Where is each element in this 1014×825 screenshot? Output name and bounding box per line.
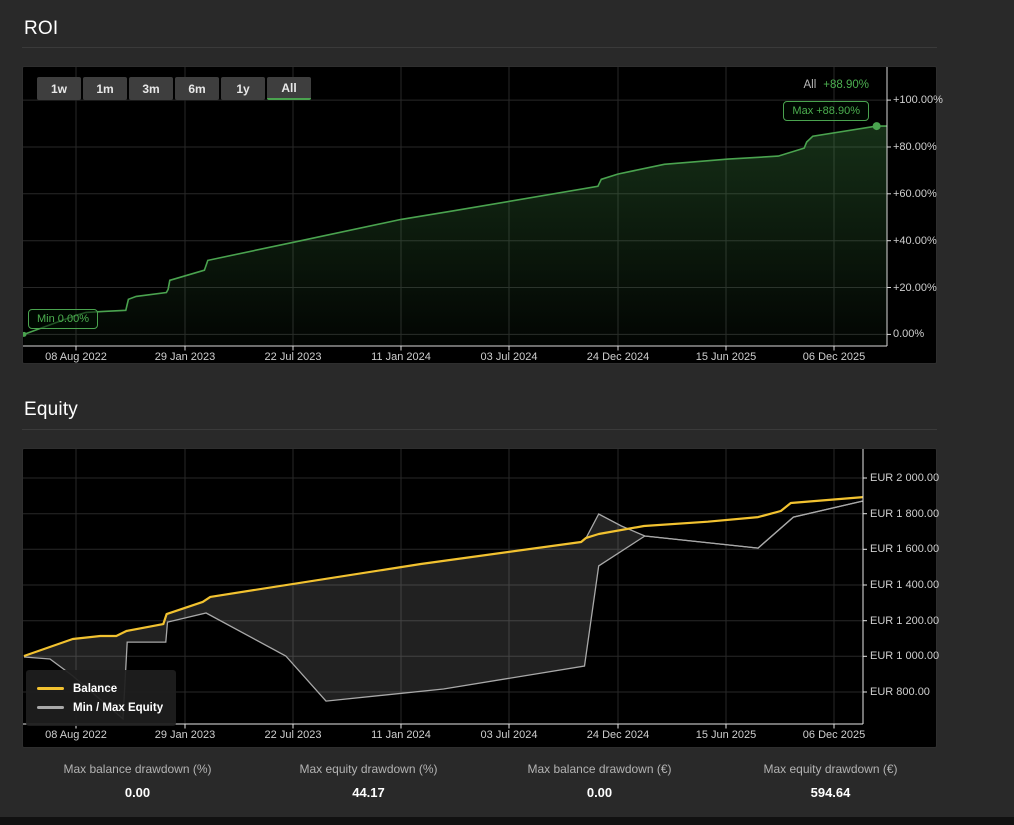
roi-summary-value: +88.90% [823, 79, 869, 91]
stat-label: Max balance drawdown (%) [22, 762, 253, 776]
roi-y-tick-label: 0.00% [893, 328, 924, 340]
equity-x-tick-label: 11 Jan 2024 [371, 729, 431, 741]
roi-section-title: ROI [24, 18, 58, 40]
drawdown-stats-row: Max balance drawdown (%)0.00Max equity d… [22, 762, 946, 800]
legend-item-min-max-equity[interactable]: Min / Max Equity [37, 698, 165, 717]
stat-label: Max equity drawdown (%) [253, 762, 484, 776]
equity-y-tick-label: EUR 1 000.00 [870, 650, 939, 662]
equity-x-tick-label: 24 Dec 2024 [587, 729, 649, 741]
roi-title-divider [22, 47, 937, 48]
equity-x-tick-label: 29 Jan 2023 [155, 729, 216, 741]
stat-cell: Max balance drawdown (€) 0.00 [484, 762, 715, 800]
stat-value: 594.64 [715, 785, 946, 800]
equity-x-tick-label: 03 Jul 2024 [481, 729, 538, 741]
equity-y-tick-label: EUR 800.00 [870, 686, 930, 698]
range-button-all[interactable]: All [267, 77, 311, 100]
roi-x-tick-label: 06 Dec 2025 [803, 351, 865, 363]
equity-x-tick-label: 06 Dec 2025 [803, 729, 865, 741]
equity-x-tick-label: 15 Jun 2025 [696, 729, 757, 741]
min-roi-badge: Min 0.00% [28, 309, 98, 329]
equity-legend: Balance Min / Max Equity [26, 670, 176, 726]
legend-label: Min / Max Equity [73, 702, 163, 714]
roi-y-tick-label: +40.00% [893, 235, 937, 247]
stat-cell: Max equity drawdown (€) 594.64 [715, 762, 946, 800]
roi-x-tick-label: 29 Jan 2023 [155, 351, 216, 363]
equity-y-tick-label: EUR 1 200.00 [870, 615, 939, 627]
range-button-1y[interactable]: 1y [221, 77, 265, 100]
equity-y-tick-label: EUR 1 400.00 [870, 579, 939, 591]
roi-x-tick-label: 03 Jul 2024 [481, 351, 538, 363]
legend-label: Balance [73, 683, 117, 695]
range-button-1w[interactable]: 1w [37, 77, 81, 100]
roi-x-tick-label: 22 Jul 2023 [265, 351, 322, 363]
roi-x-tick-label: 11 Jan 2024 [371, 351, 431, 363]
equity-title-divider [22, 429, 937, 430]
roi-x-tick-label: 08 Aug 2022 [45, 351, 107, 363]
range-button-group: 1w1m3m6m1yAll [37, 77, 311, 100]
stat-value: 44.17 [253, 785, 484, 800]
legend-swatch [37, 706, 64, 709]
roi-y-tick-label: +60.00% [893, 188, 937, 200]
range-button-6m[interactable]: 6m [175, 77, 219, 100]
stat-value: 0.00 [484, 785, 715, 800]
bottom-panel-edge [0, 817, 1014, 825]
roi-y-tick-label: +80.00% [893, 141, 937, 153]
equity-y-tick-label: EUR 1 600.00 [870, 543, 939, 555]
roi-x-tick-label: 15 Jun 2025 [696, 351, 757, 363]
legend-item-balance[interactable]: Balance [37, 679, 165, 698]
stat-value: 0.00 [22, 785, 253, 800]
roi-y-tick-label: +100.00% [893, 94, 943, 106]
equity-x-tick-label: 22 Jul 2023 [265, 729, 322, 741]
equity-section-title: Equity [24, 399, 78, 421]
roi-x-tick-label: 24 Dec 2024 [587, 351, 649, 363]
range-button-1m[interactable]: 1m [83, 77, 127, 100]
roi-summary-range: All [803, 79, 816, 91]
stat-label: Max equity drawdown (€) [715, 762, 946, 776]
max-roi-badge: Max +88.90% [783, 101, 869, 121]
stat-cell: Max equity drawdown (%) 44.17 [253, 762, 484, 800]
roi-summary: All +88.90% [803, 79, 869, 91]
stat-cell: Max balance drawdown (%) 0.00 [22, 762, 253, 800]
roi-chart-panel: 1w1m3m6m1yAll All+88.90% Max +88.90% Min… [22, 66, 937, 364]
legend-swatch [37, 687, 64, 690]
equity-y-tick-label: EUR 1 800.00 [870, 508, 939, 520]
equity-x-tick-label: 08 Aug 2022 [45, 729, 107, 741]
equity-y-tick-label: EUR 2 000.00 [870, 472, 939, 484]
stat-label: Max balance drawdown (€) [484, 762, 715, 776]
range-button-3m[interactable]: 3m [129, 77, 173, 100]
roi-y-tick-label: +20.00% [893, 282, 937, 294]
equity-chart-panel: Balance Min / Max Equity 08 Aug 2022 29 Ja… [22, 448, 937, 748]
